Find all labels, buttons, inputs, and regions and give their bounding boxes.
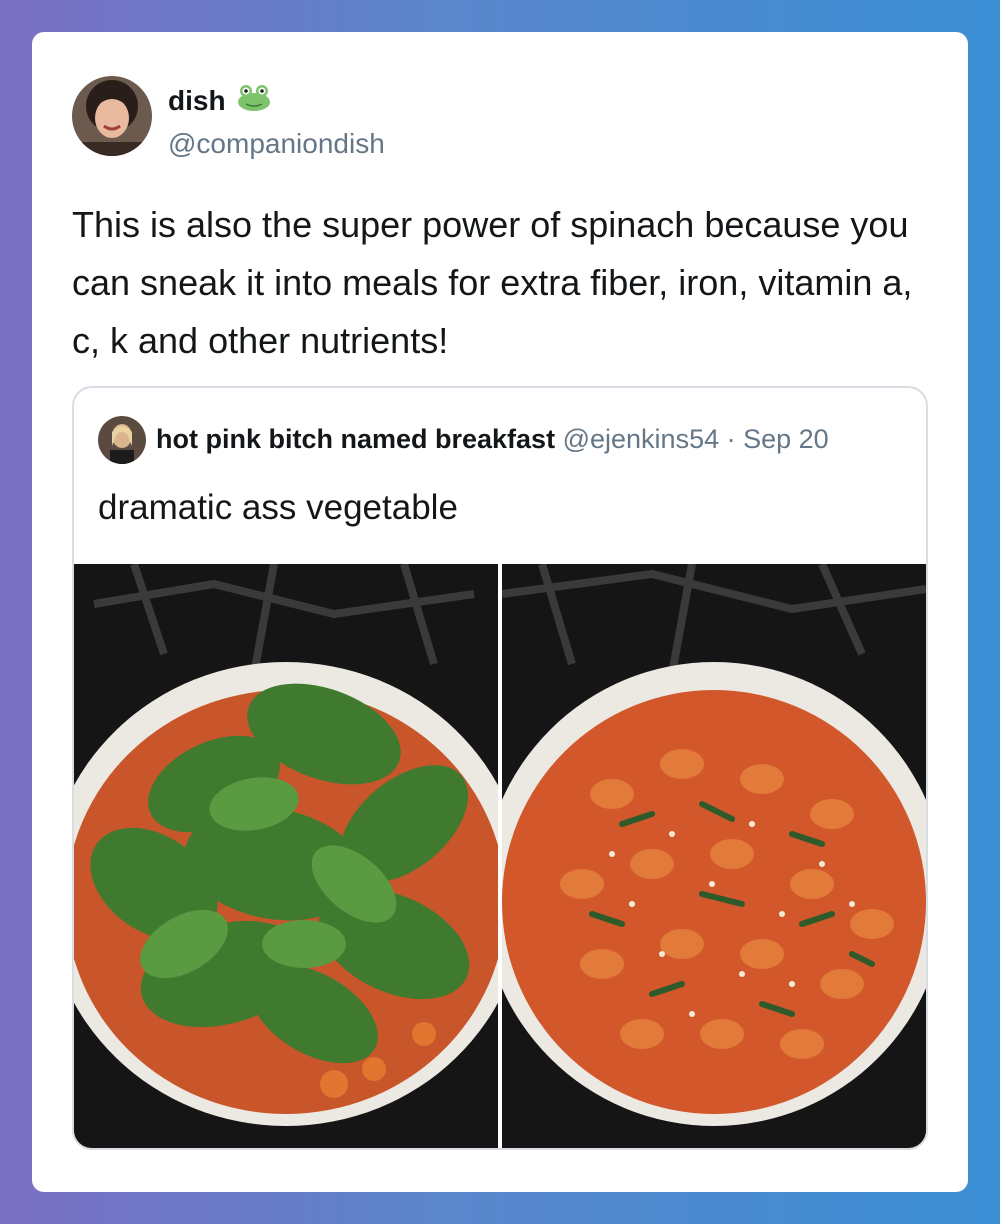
quoted-photos bbox=[74, 564, 926, 1148]
author-handle[interactable]: @companiondish bbox=[168, 128, 385, 160]
frog-emoji-icon bbox=[236, 82, 272, 119]
pan-with-raw-spinach-photo[interactable] bbox=[74, 564, 498, 1148]
quoted-tweet[interactable]: hot pink bitch named breakfast @ejenkins… bbox=[72, 386, 928, 1150]
quoted-meta: @ejenkins54 · Sep 20 bbox=[562, 424, 829, 454]
tweet-text: This is also the super power of spinach … bbox=[72, 204, 913, 361]
cooked-gnocchi-with-spinach-photo[interactable] bbox=[502, 564, 926, 1148]
quoted-header: hot pink bitch named breakfast @ejenkins… bbox=[156, 424, 829, 455]
quoted-author-avatar[interactable] bbox=[98, 416, 146, 464]
tweet-card: dish @companiondish This is also the sup… bbox=[32, 32, 968, 1192]
quoted-author-name[interactable]: hot pink bitch named breakfast bbox=[156, 424, 555, 454]
author-name-row: dish bbox=[168, 82, 272, 119]
author-display-name[interactable]: dish bbox=[168, 85, 226, 117]
author-avatar[interactable] bbox=[72, 76, 152, 156]
quoted-text: dramatic ass vegetable bbox=[98, 488, 458, 527]
